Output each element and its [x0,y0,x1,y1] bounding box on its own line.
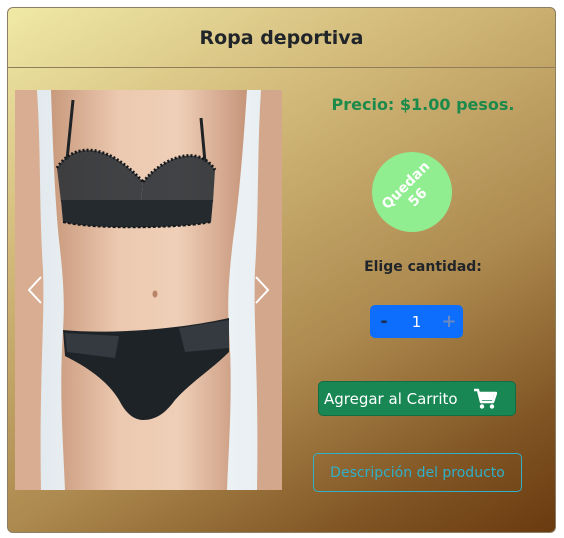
product-description-button[interactable]: Descripción del producto [313,453,522,492]
add-to-cart-button[interactable]: Agregar al Carrito [318,381,516,416]
chevron-left-icon [27,276,42,304]
quantity-label: Elige cantidad: [364,259,482,275]
product-title: Ropa deportiva [199,26,364,49]
quantity-stepper: - 1 + [370,305,463,338]
add-to-cart-label: Agregar al Carrito [324,389,458,408]
product-image-carousel [15,90,282,490]
decrease-quantity-button[interactable]: - [370,305,398,338]
card-header: Ropa deportiva [8,8,555,68]
increase-quantity-button[interactable]: + [435,305,463,338]
carousel-next-button[interactable] [242,90,282,490]
product-card: Ropa deportiva Precio: $1.00 pesos. Qued… [7,7,556,533]
stock-badge: Quedan 56 [372,152,452,232]
price-label: Precio: $1.00 pesos. [331,95,515,114]
chevron-right-icon [255,276,270,304]
carousel-prev-button[interactable] [15,90,55,490]
quantity-value[interactable]: 1 [398,313,435,331]
shopping-cart-icon [474,388,497,409]
